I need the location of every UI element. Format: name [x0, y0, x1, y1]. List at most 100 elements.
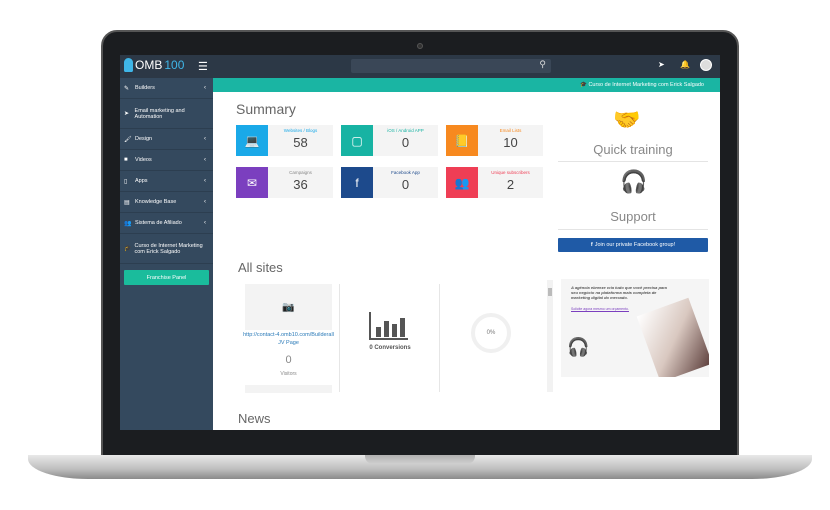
sidebar: ✎ Builders ‹ ➤ Email marketing and Automatio…	[120, 78, 213, 430]
summary-card[interactable]: ▢ iOS / Android APP 0	[341, 125, 438, 156]
laptop-notch	[365, 455, 475, 464]
send-icon: ➤	[124, 111, 130, 117]
summary-card[interactable]: 👥 Unique subscribers 2	[446, 167, 543, 198]
scrollbar-thumb[interactable]	[548, 288, 552, 296]
octopus-icon	[124, 58, 133, 72]
summary-card-label: iOS / Android APP	[387, 128, 424, 133]
summary-card-icon: 👥	[446, 167, 478, 198]
summary-card-value: 0	[401, 135, 410, 150]
sidebar-item-label: Sistema de Afiliado	[135, 220, 182, 226]
sites-scrollbar[interactable]	[547, 280, 553, 392]
sidebar-item-label: Videos	[135, 157, 152, 163]
ad-link[interactable]: Solicite agora mesmo um orçamento.	[571, 307, 629, 311]
conversions-count: 0 Conversions	[369, 345, 411, 351]
video-icon: ■	[124, 157, 128, 163]
bell-icon[interactable]: 🔔	[680, 60, 690, 69]
ad-headline: A agência ebreeze cria tudo que você pre…	[571, 285, 667, 300]
sidebar-item[interactable]: 🎓 Curso de Internet Marketing com Erick S…	[120, 234, 213, 264]
summary-card-value: 2	[506, 177, 515, 192]
summary-card-icon: 📒	[446, 125, 478, 156]
handshake-icon: 🤝	[613, 107, 641, 132]
pencil-icon: ✎	[124, 85, 130, 92]
camera-icon: 📷	[282, 301, 295, 313]
visitors-count: 0	[285, 354, 292, 366]
logo-text: OMB	[135, 58, 163, 72]
sidebar-item-label: Knowledge Base	[135, 199, 177, 205]
summary-card-icon: 💻	[236, 125, 268, 156]
summary-card[interactable]: f Facebook App 0	[341, 167, 438, 198]
menu-icon[interactable]: ☰	[198, 60, 208, 73]
avatar[interactable]	[700, 59, 712, 71]
sidebar-item-label: Design	[135, 136, 153, 142]
users-icon: 👥	[124, 220, 132, 227]
facebook-button-label: Join our private Facebook group!	[594, 242, 676, 248]
summary-card-label: Unique subscribers	[491, 170, 530, 175]
conversion-rate-gauge: 0%	[471, 313, 511, 353]
chevron-left-icon: ‹	[204, 199, 206, 205]
sidebar-item[interactable]: ➤ Email marketing and Automation	[120, 99, 213, 129]
sidebar-item-label: Builders	[135, 85, 155, 91]
chevron-left-icon: ‹	[204, 178, 206, 184]
support-link[interactable]: Support	[558, 209, 708, 224]
agency-ad-banner[interactable]: A agência ebreeze cria tudo que você pre…	[561, 279, 709, 377]
divider	[339, 284, 340, 392]
site-url-link[interactable]: http://contact-4.omb10.com/Builderall JV…	[240, 331, 337, 347]
top-bar: OMB 100 ☰ ⚲ ➤ 🔔	[120, 55, 720, 78]
course-banner[interactable]: 🎓 Curso de Internet Marketing com Erick …	[213, 78, 720, 92]
summary-card-value: 36	[293, 177, 308, 192]
sidebar-item[interactable]: 👥 Sistema de Afiliado ‹	[120, 213, 213, 234]
news-title: News	[238, 411, 271, 426]
sidebar-item[interactable]: 🖌 Design ‹	[120, 129, 213, 150]
search-input[interactable]: ⚲	[351, 59, 551, 73]
divider	[558, 229, 708, 230]
summary-card[interactable]: 📒 Email Lists 10	[446, 125, 543, 156]
summary-card-label: Facebook App	[391, 170, 420, 175]
summary-card-value: 58	[293, 135, 308, 150]
summary-card[interactable]: ✉ Campaigns 36	[236, 167, 333, 198]
site-thumbnail[interactable]: 📷	[245, 284, 332, 330]
send-icon[interactable]: ➤	[658, 60, 665, 69]
tablet-icon: ▯	[124, 178, 128, 185]
support-agent-icon: 🎧	[620, 169, 648, 194]
summary-card-label: Websites / Blogs	[283, 128, 318, 133]
sidebar-item[interactable]: ■ Videos ‹	[120, 150, 213, 171]
search-icon[interactable]: ⚲	[539, 59, 546, 70]
site-thumbnail-next	[245, 385, 332, 393]
sidebar-item-label: Email marketing and Automation	[134, 107, 185, 120]
summary-card-icon: ▢	[341, 125, 373, 156]
all-sites-title: All sites	[238, 260, 283, 275]
chevron-left-icon: ‹	[204, 85, 206, 91]
summary-card-value: 0	[401, 177, 410, 192]
summary-card-icon: ✉	[236, 167, 268, 198]
summary-card[interactable]: 💻 Websites / Blogs 58	[236, 125, 333, 156]
graduation-cap-icon: 🎓	[124, 246, 132, 252]
visitors-label: Visitors	[280, 371, 297, 377]
sidebar-item[interactable]: ✎ Builders ‹	[120, 78, 213, 99]
chevron-left-icon: ‹	[204, 220, 206, 226]
screen: OMB 100 ☰ ⚲ ➤ 🔔 ✎ Builders ‹ ➤ Email marketin…	[120, 55, 720, 430]
camera	[417, 43, 423, 49]
sidebar-item-label: Apps	[135, 178, 148, 184]
sidebar-item[interactable]: ▤ Knowledge Base ‹	[120, 192, 213, 213]
franchise-panel-button[interactable]: Franchise Panel	[124, 270, 209, 285]
summary-card-value: 10	[503, 135, 518, 150]
summary-title: Summary	[236, 101, 296, 117]
ad-mockup-image	[636, 297, 709, 377]
divider	[558, 161, 708, 162]
logo[interactable]: OMB 100	[124, 58, 184, 72]
divider	[439, 284, 440, 392]
sidebar-item-label: Curso de Internet Marketing com Erick Sa…	[134, 242, 203, 255]
chevron-left-icon: ‹	[204, 157, 206, 163]
summary-card-label: Campaigns	[289, 170, 312, 175]
logo-number: 100	[164, 58, 185, 72]
chevron-left-icon: ‹	[204, 136, 206, 142]
book-icon: ▤	[124, 199, 130, 206]
brush-icon: 🖌	[124, 136, 132, 143]
quick-training-link[interactable]: Quick training	[558, 142, 708, 157]
facebook-group-button[interactable]: f Join our private Facebook group!	[558, 238, 708, 252]
summary-card-icon: f	[341, 167, 373, 198]
summary-card-label: Email Lists	[499, 128, 522, 133]
headphones-icon: 🎧	[567, 337, 590, 357]
sidebar-item[interactable]: ▯ Apps ‹	[120, 171, 213, 192]
bar-chart-icon	[369, 312, 408, 340]
